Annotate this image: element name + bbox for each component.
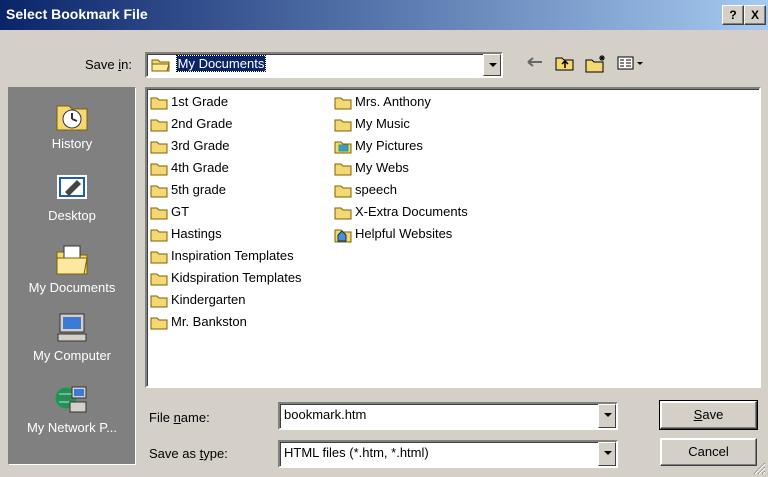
place-label: My Computer	[32, 348, 112, 363]
folder-icon	[150, 229, 168, 242]
save-in-value: My Documents	[175, 55, 267, 72]
views-menu-icon[interactable]	[616, 55, 646, 75]
place-label: My Documents	[28, 280, 116, 295]
list-item[interactable]: 4th Grade	[150, 158, 229, 178]
my-documents-icon	[56, 245, 88, 275]
close-button[interactable]: X	[744, 5, 766, 25]
chevron-down-icon[interactable]	[598, 404, 616, 428]
save-as-type-dropdown[interactable]: HTML files (*.htm, *.html)	[278, 440, 618, 468]
history-icon	[56, 105, 88, 131]
list-item[interactable]: 3rd Grade	[150, 136, 230, 156]
place-label: History	[51, 136, 93, 151]
list-item[interactable]: GT	[150, 202, 189, 222]
places-bar: History Desktop My Documents My Computer…	[8, 87, 136, 465]
place-my-documents[interactable]: My Documents	[9, 244, 135, 295]
desktop-icon	[57, 175, 87, 199]
network-places-icon	[55, 386, 87, 413]
place-my-computer[interactable]: My Computer	[9, 312, 135, 363]
dialog-title: Select Bookmark File	[6, 6, 148, 22]
place-desktop[interactable]: Desktop	[9, 172, 135, 223]
place-label: Desktop	[48, 208, 96, 223]
save-as-type-value: HTML files (*.htm, *.html)	[284, 445, 429, 460]
place-history[interactable]: History	[9, 100, 135, 151]
save-as-type-label: Save as type:	[149, 446, 228, 461]
list-item[interactable]: Hastings	[150, 224, 222, 244]
file-name-value: bookmark.htm	[284, 407, 367, 422]
folder-icon	[150, 317, 168, 330]
up-folder-icon[interactable]	[554, 55, 576, 75]
list-item[interactable]: 2nd Grade	[150, 114, 232, 134]
file-name-label: File name:	[149, 410, 210, 425]
save-button[interactable]: Save	[659, 400, 758, 430]
chevron-down-icon[interactable]	[598, 442, 616, 466]
file-list[interactable]: 1st Grade 2nd Grade 3rd Grade 4th Grade …	[145, 87, 761, 388]
favorites-folder-icon	[334, 229, 352, 243]
back-arrow-icon[interactable]	[524, 55, 546, 75]
folder-icon	[150, 207, 168, 220]
folder-icon	[150, 273, 168, 286]
list-item[interactable]: Kidspiration Templates	[150, 268, 302, 288]
new-folder-icon[interactable]	[584, 55, 608, 75]
folder-icon	[150, 163, 168, 176]
list-item[interactable]: Kindergarten	[150, 290, 245, 310]
folder-icon	[150, 185, 168, 198]
list-item[interactable]: speech	[334, 180, 397, 200]
save-in-dropdown[interactable]: My Documents	[145, 52, 503, 78]
folder-open-icon	[151, 59, 170, 72]
list-item[interactable]: My Music	[334, 114, 410, 134]
folder-icon	[150, 97, 168, 110]
title-bar: Select Bookmark File ? X	[0, 0, 768, 30]
resize-grip-icon[interactable]	[752, 461, 766, 475]
list-item[interactable]: Helpful Websites	[334, 224, 452, 244]
chevron-down-icon[interactable]	[483, 54, 501, 76]
pictures-folder-icon	[334, 141, 352, 154]
help-button[interactable]: ?	[722, 5, 744, 25]
list-item[interactable]: X-Extra Documents	[334, 202, 468, 222]
list-item[interactable]: Inspiration Templates	[150, 246, 294, 266]
folder-icon	[150, 141, 168, 154]
folder-icon	[334, 163, 352, 176]
list-item[interactable]: Mr. Bankston	[150, 312, 247, 332]
cancel-button[interactable]: Cancel	[660, 438, 757, 466]
list-item[interactable]: My Pictures	[334, 136, 423, 156]
place-label: My Network P...	[26, 420, 118, 435]
folder-icon	[334, 207, 352, 220]
list-item[interactable]: 5th grade	[150, 180, 226, 200]
list-item[interactable]: 1st Grade	[150, 92, 228, 112]
list-item[interactable]: My Webs	[334, 158, 409, 178]
folder-icon	[334, 185, 352, 198]
folder-icon	[334, 97, 352, 110]
place-network[interactable]: My Network P...	[9, 384, 135, 435]
save-in-label: Save in:	[85, 57, 132, 72]
my-computer-icon	[57, 313, 87, 342]
file-name-input[interactable]: bookmark.htm	[278, 402, 618, 430]
folder-icon	[150, 119, 168, 132]
folder-icon	[334, 119, 352, 132]
folder-icon	[150, 295, 168, 308]
folder-icon	[150, 251, 168, 264]
list-item[interactable]: Mrs. Anthony	[334, 92, 431, 112]
